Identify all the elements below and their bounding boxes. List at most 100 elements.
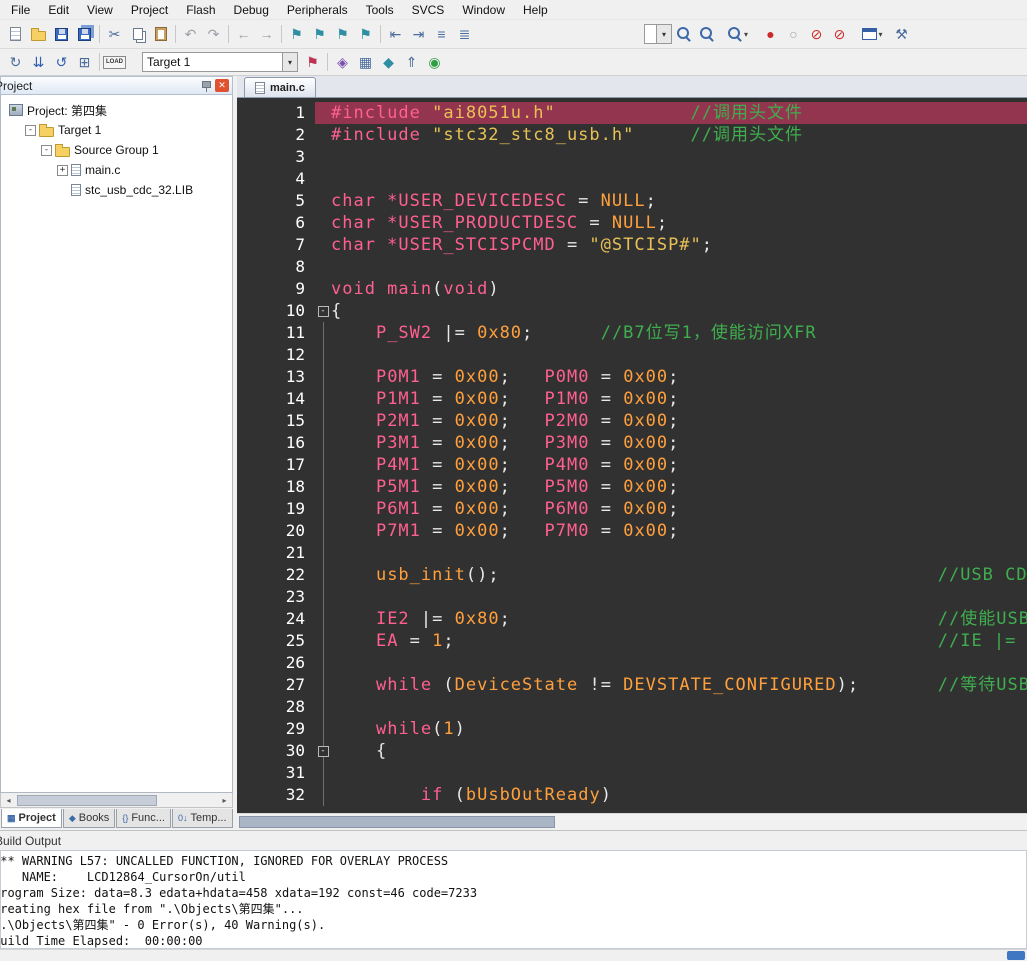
new-file-icon[interactable]: [4, 23, 27, 45]
find-in-files-icon[interactable]: [672, 23, 695, 45]
batch-build-icon[interactable]: ⊞: [73, 51, 96, 73]
save-all-icon[interactable]: [73, 23, 96, 45]
code-line-11[interactable]: 11 P_SW2 |= 0x80; //B7位写1，使能访问XFR: [237, 322, 1027, 344]
manage-books-icon[interactable]: ◉: [423, 51, 446, 73]
code-line-10[interactable]: 10-{: [237, 300, 1027, 322]
close-icon[interactable]: [215, 79, 229, 92]
search-dropdown[interactable]: ▾: [726, 23, 749, 45]
menu-svcs[interactable]: SVCS: [403, 1, 454, 19]
incremental-find-icon[interactable]: [695, 23, 718, 45]
bookmark-next-icon[interactable]: ⚑: [331, 23, 354, 45]
editor-hscroll-thumb[interactable]: [239, 816, 555, 828]
code-line-29[interactable]: 29 while(1): [237, 718, 1027, 740]
manage-project-items-icon[interactable]: ▦: [354, 51, 377, 73]
manage-run-time-environment-icon[interactable]: ◈: [331, 51, 354, 73]
menu-help[interactable]: Help: [514, 1, 557, 19]
code-line-13[interactable]: 13 P0M1 = 0x00; P0M0 = 0x00;: [237, 366, 1027, 388]
code-line-20[interactable]: 20 P7M1 = 0x00; P7M0 = 0x00;: [237, 520, 1027, 542]
tree-item-target-1[interactable]: -Target 1: [1, 120, 232, 140]
code-line-19[interactable]: 19 P6M1 = 0x00; P6M0 = 0x00;: [237, 498, 1027, 520]
code-line-4[interactable]: 4: [237, 168, 1027, 190]
menu-project[interactable]: Project: [122, 1, 177, 19]
target-options-icon[interactable]: ⚑: [301, 51, 324, 73]
tree-expander-icon[interactable]: -: [41, 145, 52, 156]
kill-all-breakpoints-icon[interactable]: ⊘: [828, 23, 851, 45]
code-line-7[interactable]: 7char *USER_STCISPCMD = "@STCISP#";: [237, 234, 1027, 256]
disable-all-breakpoints-icon[interactable]: ⊘: [805, 23, 828, 45]
uncomment-selection-icon[interactable]: ≣: [453, 23, 476, 45]
code-line-25[interactable]: 25 EA = 1; //IE |= 0X8: [237, 630, 1027, 652]
enable-breakpoint-icon[interactable]: ○: [782, 23, 805, 45]
code-line-24[interactable]: 24 IE2 |= 0x80; //使能USB中: [237, 608, 1027, 630]
copy-icon[interactable]: [126, 23, 149, 45]
configure-tools-icon[interactable]: ⚒: [890, 23, 913, 45]
code-line-15[interactable]: 15 P2M1 = 0x00; P2M0 = 0x00;: [237, 410, 1027, 432]
tab-functions[interactable]: {}Func...: [116, 809, 171, 828]
menu-view[interactable]: View: [78, 1, 122, 19]
pack-installer-icon[interactable]: ⇑: [400, 51, 423, 73]
tree-expander-icon[interactable]: +: [57, 165, 68, 176]
target-select-combobox-arrow-icon[interactable]: ▾: [282, 53, 297, 71]
bookmark-toggle-icon[interactable]: ⚑: [285, 23, 308, 45]
project-tree-hscrollbar[interactable]: ◂ ▸: [0, 793, 233, 808]
code-line-21[interactable]: 21: [237, 542, 1027, 564]
code-line-1[interactable]: 1#include "ai8051u.h" //调用头文件: [237, 102, 1027, 124]
code-line-16[interactable]: 16 P3M1 = 0x00; P3M0 = 0x00;: [237, 432, 1027, 454]
cut-icon[interactable]: ✂: [103, 23, 126, 45]
fold-marker-icon[interactable]: -: [318, 306, 329, 317]
code-line-3[interactable]: 3: [237, 146, 1027, 168]
tree-item-stc-usb-cdc-32-lib[interactable]: -stc_usb_cdc_32.LIB: [1, 180, 232, 200]
code-line-31[interactable]: 31: [237, 762, 1027, 784]
save-icon[interactable]: [50, 23, 73, 45]
code-line-28[interactable]: 28: [237, 696, 1027, 718]
code-line-8[interactable]: 8: [237, 256, 1027, 278]
redo-icon[interactable]: ↷: [202, 23, 225, 45]
insert-breakpoint-icon[interactable]: ●: [759, 23, 782, 45]
resize-grip[interactable]: [1007, 951, 1025, 960]
scroll-left-icon[interactable]: ◂: [1, 794, 16, 807]
code-line-12[interactable]: 12: [237, 344, 1027, 366]
download-icon[interactable]: LOAD: [103, 51, 126, 73]
comment-selection-icon[interactable]: ≡: [430, 23, 453, 45]
code-line-22[interactable]: 22 usb_init(); //USB CDC 接: [237, 564, 1027, 586]
menu-peripherals[interactable]: Peripherals: [278, 1, 357, 19]
menu-debug[interactable]: Debug: [225, 1, 278, 19]
code-editor[interactable]: 1#include "ai8051u.h" //调用头文件2#include "…: [237, 98, 1027, 813]
undo-icon[interactable]: ↶: [179, 23, 202, 45]
tab-books[interactable]: ◆Books: [63, 809, 116, 828]
rebuild-all-icon[interactable]: ↺: [50, 51, 73, 73]
menu-flash[interactable]: Flash: [177, 1, 224, 19]
code-line-2[interactable]: 2#include "stc32_stc8_usb.h" //调用头文件: [237, 124, 1027, 146]
translate-file-icon[interactable]: ↻: [4, 51, 27, 73]
open-file-icon[interactable]: [27, 23, 50, 45]
paste-icon[interactable]: [149, 23, 172, 45]
menu-window[interactable]: Window: [453, 1, 514, 19]
indent-icon[interactable]: ⇥: [407, 23, 430, 45]
find-text-combobox[interactable]: ▾: [644, 24, 672, 44]
tree-item-source-group-1[interactable]: -Source Group 1: [1, 140, 232, 160]
menu-tools[interactable]: Tools: [357, 1, 403, 19]
pin-icon[interactable]: [200, 80, 212, 92]
find-text-combobox-arrow-icon[interactable]: ▾: [656, 25, 671, 43]
menu-file[interactable]: File: [2, 1, 39, 19]
code-line-30[interactable]: 30- {: [237, 740, 1027, 762]
code-line-23[interactable]: 23: [237, 586, 1027, 608]
navigate-back-icon[interactable]: ←: [232, 23, 255, 45]
fold-marker-icon[interactable]: -: [318, 746, 329, 757]
window-layout-dropdown[interactable]: ▾: [861, 23, 884, 45]
code-line-9[interactable]: 9void main(void): [237, 278, 1027, 300]
tab-project[interactable]: ▦Project: [1, 809, 62, 828]
select-software-packs-icon[interactable]: ◆: [377, 51, 400, 73]
build-icon[interactable]: ⇊: [27, 51, 50, 73]
bookmark-previous-icon[interactable]: ⚑: [308, 23, 331, 45]
scroll-right-icon[interactable]: ▸: [217, 794, 232, 807]
editor-hscrollbar[interactable]: [237, 813, 1027, 830]
code-line-26[interactable]: 26: [237, 652, 1027, 674]
tree-item-project[interactable]: Project: 第四集: [1, 100, 232, 120]
tree-expander-icon[interactable]: -: [25, 125, 36, 136]
navigate-forward-icon[interactable]: →: [255, 23, 278, 45]
menu-edit[interactable]: Edit: [39, 1, 78, 19]
tree-item-main-c[interactable]: +main.c: [1, 160, 232, 180]
code-line-17[interactable]: 17 P4M1 = 0x00; P4M0 = 0x00;: [237, 454, 1027, 476]
code-line-5[interactable]: 5char *USER_DEVICEDESC = NULL;: [237, 190, 1027, 212]
